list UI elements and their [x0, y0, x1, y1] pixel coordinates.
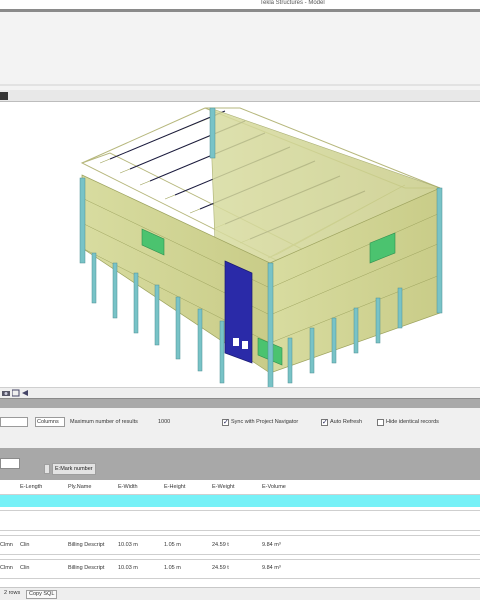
row-divider [0, 535, 480, 536]
table-cell: 24.59 t [212, 565, 229, 571]
table-cell: 1.05 m [164, 565, 181, 571]
table-cell: 10.03 m [118, 565, 138, 571]
table-cell: 9.84 m³ [262, 542, 281, 548]
query-options-row: Columns Maximum number of results 1000 S… [0, 414, 480, 430]
column-header[interactable]: E-Length [20, 484, 42, 490]
max-rows-label: Maximum number of results [70, 419, 138, 425]
sync-checkbox[interactable] [222, 418, 229, 426]
view-icon[interactable] [12, 389, 20, 397]
model-3d [79, 107, 443, 387]
table-cell: 24.59 t [212, 542, 229, 548]
max-rows-value[interactable]: 1000 [158, 419, 170, 425]
column-header[interactable]: E-Height [164, 484, 185, 490]
row-divider [0, 530, 480, 531]
column-header-row: E-Length Ply.Name E-Width E-Height E-Wei… [0, 480, 480, 495]
rows-count: 2 rows [4, 590, 21, 596]
column-header[interactable]: E-Width [118, 484, 138, 490]
columns-label: Columns [37, 419, 59, 425]
group-select[interactable] [0, 458, 20, 469]
filter-row[interactable] [0, 495, 480, 507]
ribbon-panel [0, 12, 480, 90]
ribbon-background [0, 12, 480, 90]
row-divider [0, 559, 480, 560]
table-cell: 9.84 m³ [262, 565, 281, 571]
column-header[interactable]: E-Weight [212, 484, 235, 490]
view-back-icon[interactable] [0, 92, 8, 100]
viewport-toolbar [0, 388, 480, 398]
group-remove-button[interactable] [44, 464, 50, 474]
arrow-icon[interactable] [22, 389, 30, 397]
window-title: Tekla Structures - Model [260, 0, 325, 6]
hide-identical-label: Hide identical records [386, 419, 439, 425]
row-divider [0, 510, 480, 511]
table-cell: Clmn [0, 542, 13, 548]
view-tab-bar [0, 90, 480, 102]
auto-refresh-checkbox[interactable] [321, 418, 328, 426]
table-cell: 10.03 m [118, 542, 138, 548]
table-cell: Clin [20, 565, 30, 571]
column-header[interactable]: Ply.Name [68, 484, 91, 490]
column-header[interactable]: E-Volume [262, 484, 286, 490]
row-divider [0, 578, 480, 579]
results-table: Clmn Clin Billing Descript 10.03 m 1.05 … [0, 507, 480, 587]
copy-sql-button[interactable]: Copy SQL [26, 590, 58, 599]
model-viewport[interactable] [0, 103, 480, 388]
table-cell: 1.05 m [164, 542, 181, 548]
hide-identical-checkbox[interactable] [377, 419, 384, 426]
group-chip-label: E:Mark number [55, 466, 93, 472]
selected-blue-panel [224, 260, 253, 364]
table-cell: Clin [20, 542, 30, 548]
row-divider [0, 554, 480, 555]
camera-icon[interactable] [2, 389, 10, 397]
table-cell: Billing Descript [68, 565, 105, 571]
panel-splitter[interactable] [0, 398, 480, 408]
table-cell: Clmn [0, 565, 13, 571]
group-chip[interactable]: E:Mark number [52, 463, 96, 475]
auto-refresh-label: Auto Refresh [330, 419, 363, 425]
status-bar: 2 rows Copy SQL [0, 587, 480, 600]
query-type-select[interactable] [0, 417, 28, 427]
sync-label: Sync with Project Navigator [231, 419, 299, 425]
table-cell: Billing Descript [68, 542, 105, 548]
